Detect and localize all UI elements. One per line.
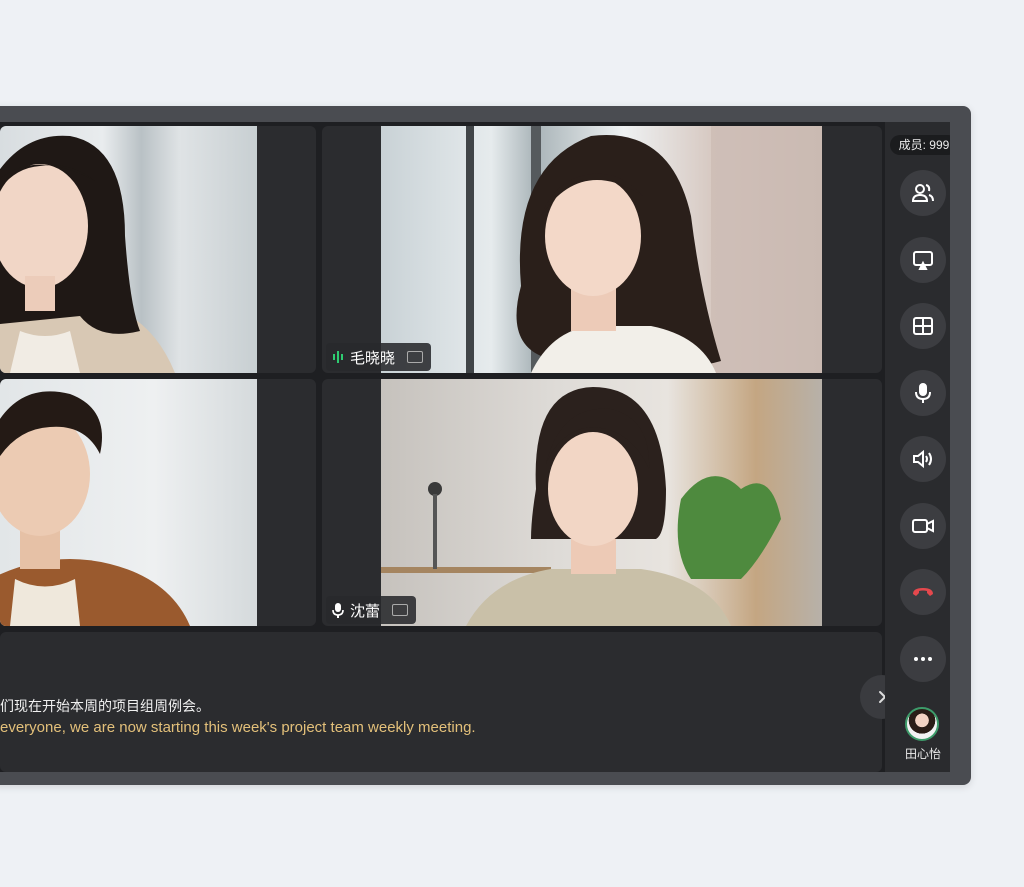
caption-translation-text: everyone, we are now starting this week'… bbox=[0, 719, 476, 736]
participant-nametag-2: 毛晓晓 bbox=[326, 343, 432, 371]
video-tile-3[interactable] bbox=[0, 379, 316, 626]
participant-video-4 bbox=[381, 379, 822, 626]
screen-share-button[interactable] bbox=[900, 237, 946, 283]
microphone-status-icon bbox=[332, 603, 344, 618]
more-button[interactable] bbox=[900, 636, 946, 682]
meeting-window: 毛晓晓 沈蕾 们现在开始本周的项目组周例会。 everyone, we are … bbox=[0, 106, 971, 785]
more-icon bbox=[914, 657, 932, 661]
hang-up-button[interactable] bbox=[900, 569, 946, 615]
grid-layout-icon bbox=[913, 317, 933, 335]
camera-icon bbox=[912, 519, 934, 533]
meeting-content: 毛晓晓 沈蕾 们现在开始本周的项目组周例会。 everyone, we are … bbox=[0, 122, 950, 772]
participant-nametag-4: 沈蕾 bbox=[326, 596, 417, 624]
microphone-icon bbox=[915, 383, 931, 403]
participants-button[interactable] bbox=[900, 170, 946, 216]
video-tile-4[interactable]: 沈蕾 bbox=[322, 379, 882, 626]
current-user-name: 田心怡 bbox=[904, 747, 941, 761]
camera-button[interactable] bbox=[900, 503, 946, 549]
video-tile-1[interactable] bbox=[0, 126, 316, 373]
participants-icon bbox=[911, 184, 934, 202]
video-tile-2[interactable]: 毛晓晓 bbox=[322, 126, 882, 373]
screen-share-status-icon bbox=[392, 604, 409, 616]
participant-name: 毛晓晓 bbox=[350, 349, 396, 367]
speaker-button[interactable] bbox=[900, 436, 946, 482]
hang-up-icon bbox=[913, 588, 933, 596]
participant-video-3 bbox=[0, 379, 257, 626]
caption-original-text: 们现在开始本周的项目组周例会。 bbox=[0, 698, 210, 714]
speaking-icon bbox=[333, 351, 343, 363]
live-caption-panel: 们现在开始本周的项目组周例会。 everyone, we are now sta… bbox=[0, 632, 882, 772]
screen-share-icon bbox=[913, 251, 933, 270]
speaker-icon bbox=[913, 449, 932, 469]
screen-share-status-icon bbox=[407, 351, 424, 363]
microphone-button[interactable] bbox=[900, 370, 946, 416]
participant-video-1 bbox=[0, 126, 257, 373]
participant-name: 沈蕾 bbox=[350, 602, 381, 620]
layout-button[interactable] bbox=[900, 303, 946, 349]
control-sidebar: 成员: 999 田心怡 bbox=[885, 122, 950, 772]
participant-video-2 bbox=[381, 126, 822, 373]
avatar[interactable] bbox=[905, 707, 939, 741]
member-count-badge: 成员: 999 bbox=[890, 135, 950, 155]
